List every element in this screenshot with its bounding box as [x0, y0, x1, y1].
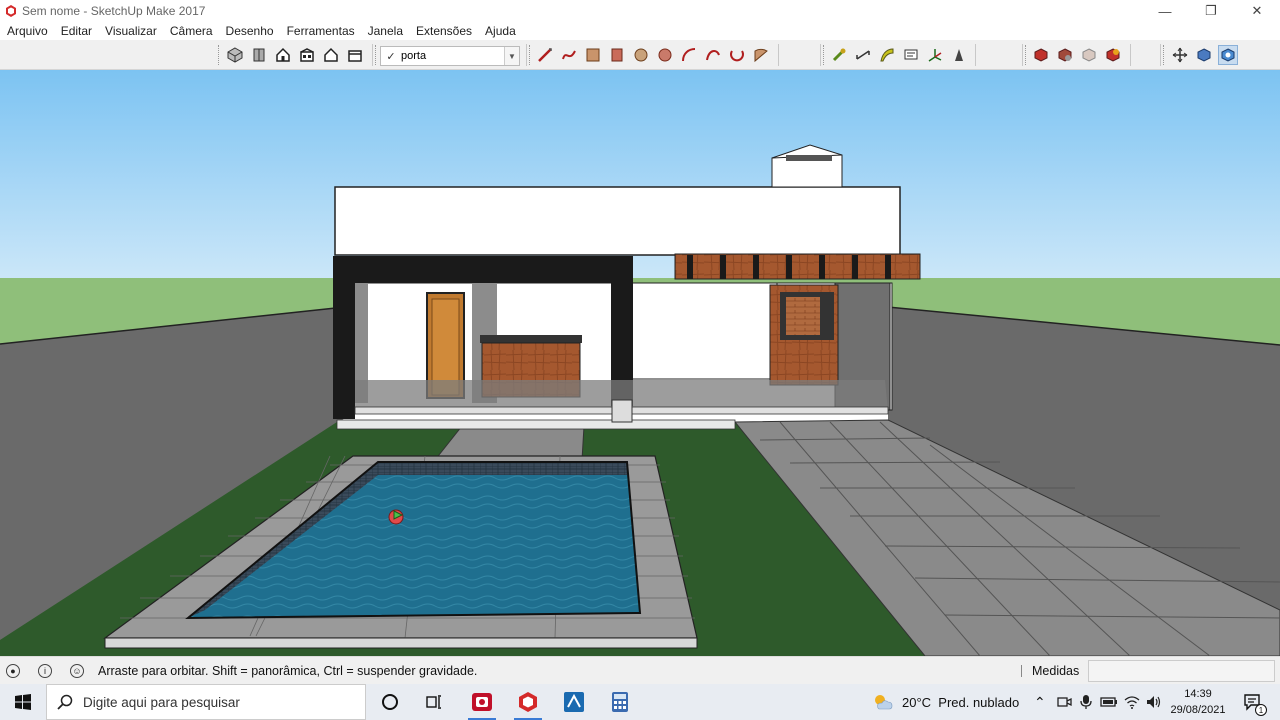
orbit-icon[interactable]: [1170, 45, 1190, 65]
weather-text: 20°C Pred. nublado: [902, 694, 1020, 710]
cortana-icon[interactable]: [368, 684, 412, 720]
toolbar-grip[interactable]: [375, 45, 378, 65]
cloudy-weather-icon: [875, 695, 893, 710]
zoom-icon[interactable]: [1218, 45, 1238, 65]
check-icon: ✓: [386, 50, 396, 63]
tape-measure-icon[interactable]: [829, 45, 849, 65]
menu-visualizar[interactable]: Visualizar: [105, 24, 157, 38]
measurements-label: Medidas: [1032, 664, 1080, 678]
measurements-input[interactable]: [1088, 660, 1275, 682]
porch-column-left: [333, 256, 355, 419]
microphone-icon[interactable]: [1079, 684, 1093, 720]
weather-widget[interactable]: 20°C Pred. nublado: [872, 684, 1019, 720]
notification-badge: 1: [1255, 704, 1267, 716]
walkway: [433, 425, 585, 461]
text-icon[interactable]: [901, 45, 921, 65]
status-message: Arraste para orbitar. Shift = panorâmica…: [98, 663, 478, 678]
menu-arquivo[interactable]: Arquivo: [7, 24, 48, 38]
status-bar: ● i ☺ Arraste para orbitar. Shift = pano…: [0, 656, 1280, 684]
taskbar-search[interactable]: Digite aqui para pesquisar: [46, 684, 366, 720]
geo-location-icon[interactable]: ●: [6, 663, 20, 678]
menu-desenho[interactable]: Desenho: [226, 24, 274, 38]
calculator-app-icon[interactable]: [598, 684, 642, 720]
toolbar-grip[interactable]: [529, 45, 532, 65]
pergola: [674, 253, 921, 280]
menu-ajuda[interactable]: Ajuda: [485, 24, 516, 38]
menu-extensoes[interactable]: Extensões: [416, 24, 472, 38]
rotated-rectangle-icon[interactable]: [607, 45, 627, 65]
minimize-icon[interactable]: —: [1142, 0, 1188, 22]
share-model-icon[interactable]: [1055, 45, 1075, 65]
line-icon[interactable]: [535, 45, 555, 65]
window-title: Sem nome - SketchUp Make 2017: [22, 4, 206, 18]
house-roof: [334, 186, 901, 256]
battery-icon[interactable]: [1100, 684, 1118, 720]
restore-icon[interactable]: ❐: [1188, 0, 1234, 22]
wifi-icon[interactable]: [1124, 684, 1140, 720]
title-bar: Sem nome - SketchUp Make 2017 — ❐ ✕: [0, 0, 1280, 22]
scene-select[interactable]: ✓ porta ▼: [380, 46, 520, 66]
iso-view-icon[interactable]: [225, 45, 245, 65]
sketchup-logo-icon: [6, 5, 16, 17]
orbit-cursor-icon: [388, 509, 404, 525]
screen-recorder-app-icon[interactable]: [460, 684, 504, 720]
freehand-icon[interactable]: [559, 45, 579, 65]
task-view-icon[interactable]: [412, 684, 456, 720]
porch-beam: [333, 256, 633, 283]
menu-camera[interactable]: Câmera: [170, 24, 213, 38]
protractor-icon[interactable]: [877, 45, 897, 65]
pie-icon[interactable]: [751, 45, 771, 65]
clock[interactable]: 14:39 29/08/2021: [1168, 686, 1228, 718]
sketchup-app-icon[interactable]: [506, 684, 550, 720]
clock-time: 14:39: [1184, 688, 1212, 700]
dimension-icon[interactable]: [853, 45, 873, 65]
right-view-icon[interactable]: [297, 45, 317, 65]
toolbar-grip[interactable]: [1163, 45, 1166, 65]
meet-now-icon[interactable]: [1056, 684, 1072, 720]
notification-center-icon[interactable]: 1: [1240, 684, 1267, 720]
toolbar-grip[interactable]: [218, 45, 221, 65]
rectangle-icon[interactable]: [583, 45, 603, 65]
toolbar-grip[interactable]: [823, 45, 826, 65]
show-hidden-icons-icon[interactable]: ⌃: [1034, 684, 1046, 720]
circle-icon[interactable]: [631, 45, 651, 65]
back-view-icon[interactable]: [321, 45, 341, 65]
left-view-icon[interactable]: [345, 45, 365, 65]
polygon-icon[interactable]: [655, 45, 675, 65]
toolbar-grip[interactable]: [1025, 45, 1028, 65]
scene-select-value: porta: [401, 50, 427, 62]
credits-icon[interactable]: i: [38, 663, 52, 678]
search-placeholder: Digite aqui para pesquisar: [83, 694, 240, 710]
close-icon[interactable]: ✕: [1234, 0, 1280, 22]
chevron-down-icon[interactable]: ▼: [504, 47, 519, 65]
windows-start-icon[interactable]: [0, 684, 46, 720]
menu-bar: Arquivo Editar Visualizar Câmera Desenho…: [0, 22, 1280, 40]
layout-icon[interactable]: [1103, 45, 1123, 65]
3d-text-icon[interactable]: [949, 45, 969, 65]
menu-editar[interactable]: Editar: [61, 24, 92, 38]
menu-janela[interactable]: Janela: [368, 24, 403, 38]
vmix-app-icon[interactable]: [552, 684, 596, 720]
search-icon: [47, 694, 83, 710]
arc-icon[interactable]: [679, 45, 699, 65]
extension-warehouse-icon[interactable]: [1079, 45, 1099, 65]
modeling-viewport[interactable]: [0, 70, 1280, 656]
model-scene[interactable]: [0, 70, 1280, 656]
top-view-icon[interactable]: [249, 45, 269, 65]
toolbar: [0, 40, 1280, 70]
three-point-arc-icon[interactable]: [727, 45, 747, 65]
menu-ferramentas[interactable]: Ferramentas: [287, 24, 355, 38]
two-point-arc-icon[interactable]: [703, 45, 723, 65]
pan-icon[interactable]: [1194, 45, 1214, 65]
front-view-icon[interactable]: [273, 45, 293, 65]
axes-icon[interactable]: [925, 45, 945, 65]
volume-icon[interactable]: [1146, 684, 1162, 720]
clock-date: 29/08/2021: [1170, 704, 1226, 716]
user-icon[interactable]: ☺: [70, 663, 84, 678]
3d-warehouse-icon[interactable]: [1031, 45, 1051, 65]
